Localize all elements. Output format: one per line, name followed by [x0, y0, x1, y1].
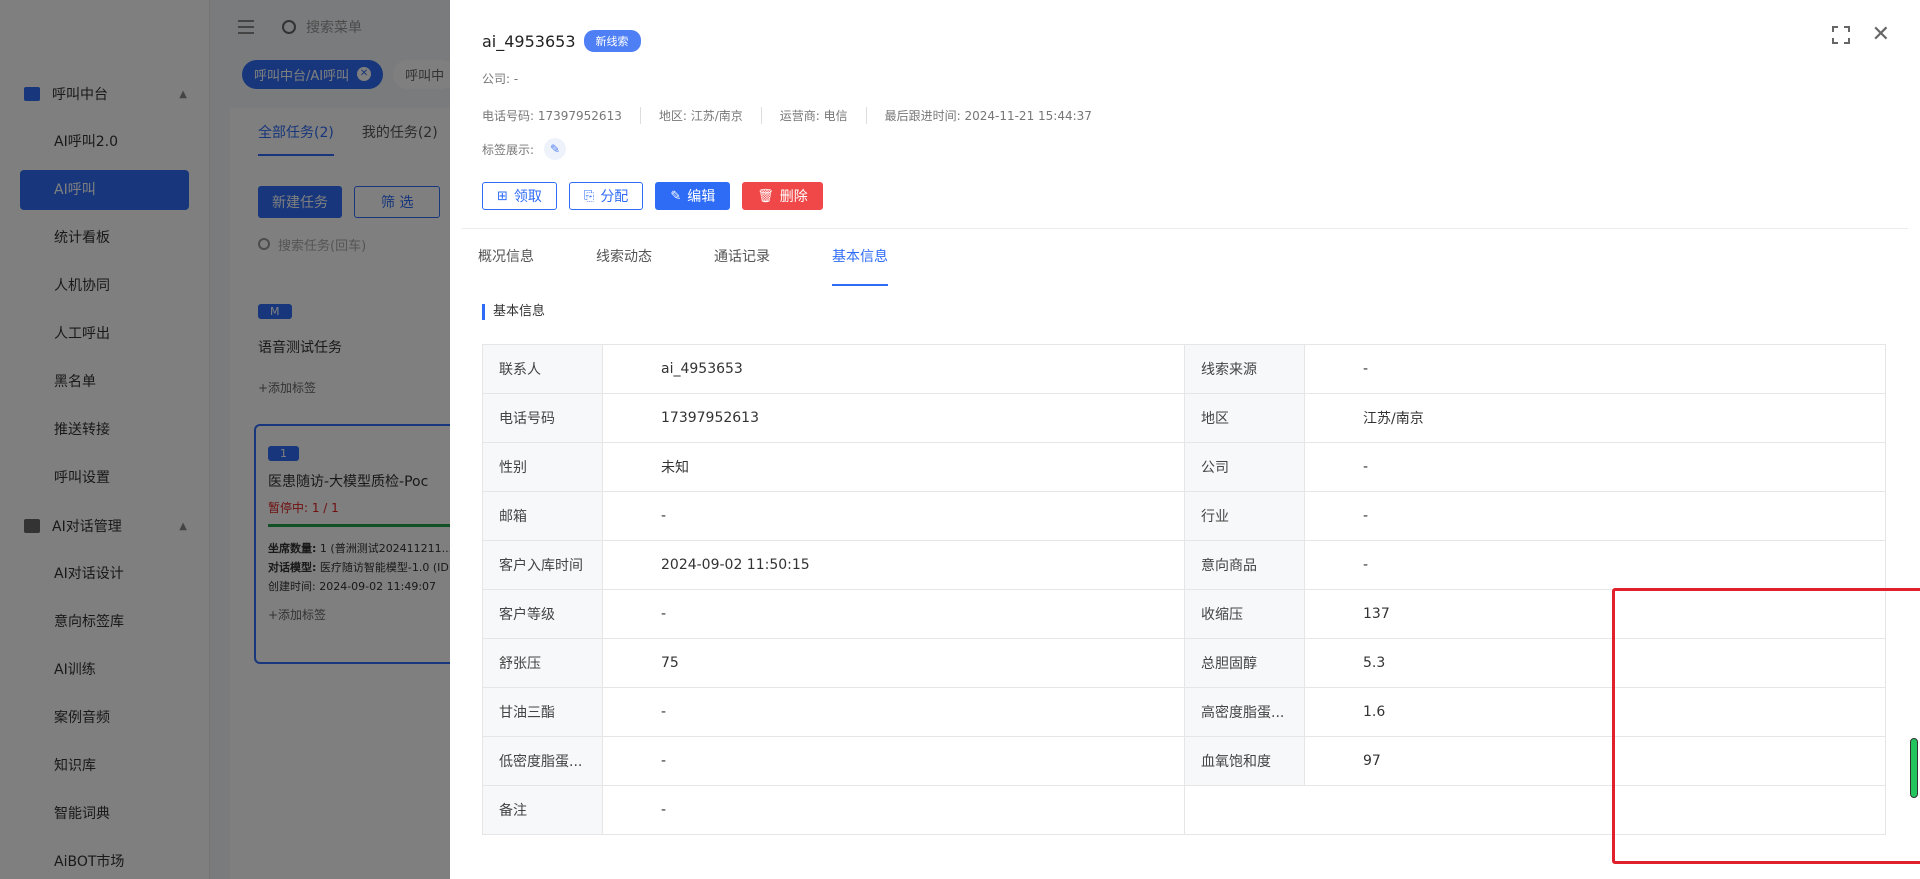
action-buttons: ⊞ 领取 ⎘ 分配 ✎ 编辑 🗑 删除 — [482, 182, 1920, 210]
field-value: - — [602, 785, 1185, 835]
tab-lead-activity[interactable]: 线索动态 — [596, 246, 652, 286]
table-row: 邮箱 - 行业 - — [482, 491, 1886, 541]
field-value: 江苏/南京 — [1304, 393, 1886, 443]
drawer-header: ai_4953653 新线索 公司: - 电话号码: 17397952613 地… — [450, 0, 1920, 210]
field-label: 甘油三酯 — [482, 687, 603, 737]
field-label: 血氧饱和度 — [1184, 736, 1305, 786]
trash-icon: 🗑 — [757, 188, 774, 204]
lead-detail-drawer: ai_4953653 新线索 公司: - 电话号码: 17397952613 地… — [450, 0, 1920, 879]
table-row: 电话号码 17397952613 地区 江苏/南京 — [482, 393, 1886, 443]
field-label: 客户入库时间 — [482, 540, 603, 590]
phone-info: 电话号码: 17397952613 — [482, 107, 641, 124]
field-value: 2024-09-02 11:50:15 — [602, 540, 1185, 590]
edit-icon: ✎ — [670, 188, 682, 204]
edit-button-label: 编辑 — [687, 189, 716, 205]
close-icon[interactable]: ✕ — [1872, 24, 1890, 46]
field-label: 联系人 — [482, 344, 603, 394]
field-label: 备注 — [482, 785, 603, 835]
field-label: 电话号码 — [482, 393, 603, 443]
field-label: 低密度脂蛋... — [482, 736, 603, 786]
lead-title: ai_4953653 新线索 — [482, 30, 1920, 52]
company-line: 公司: - — [482, 72, 519, 86]
field-value: - — [1304, 540, 1886, 590]
field-label: 意向商品 — [1184, 540, 1305, 590]
delete-button-label: 删除 — [779, 189, 808, 205]
tag-show-row: 标签展示: ✎ — [482, 138, 1920, 160]
field-value: 17397952613 — [602, 393, 1185, 443]
field-value: 未知 — [602, 442, 1185, 492]
carrier-info: 运营商: 电信 — [780, 107, 867, 124]
field-value: - — [1304, 491, 1886, 541]
lead-name: ai_4953653 — [482, 31, 576, 51]
field-value: - — [1304, 344, 1886, 394]
table-row: 性别 未知 公司 - — [482, 442, 1886, 492]
claim-button-label: 领取 — [513, 189, 542, 205]
field-value: - — [602, 736, 1185, 786]
field-label: 行业 — [1184, 491, 1305, 541]
field-label: 总胆固醇 — [1184, 638, 1305, 688]
field-label: 收缩压 — [1184, 589, 1305, 639]
new-lead-badge: 新线索 — [583, 30, 641, 52]
field-label: 高密度脂蛋... — [1184, 687, 1305, 737]
field-value: 75 — [602, 638, 1185, 688]
highlight-box — [1612, 588, 1920, 864]
table-row: 联系人 ai_4953653 线索来源 - — [482, 344, 1886, 394]
drawer-header-actions: ✕ — [1831, 24, 1890, 46]
field-value: - — [602, 687, 1185, 737]
tab-call-records[interactable]: 通话记录 — [714, 246, 770, 286]
edit-button[interactable]: ✎ 编辑 — [655, 182, 731, 210]
field-label: 邮箱 — [482, 491, 603, 541]
document-add-icon: ⊞ — [497, 188, 508, 204]
fullscreen-icon[interactable] — [1831, 26, 1850, 44]
tab-basic-info[interactable]: 基本信息 — [832, 246, 888, 286]
field-label: 舒张压 — [482, 638, 603, 688]
scrollbar-thumb[interactable] — [1910, 738, 1918, 798]
tab-overview[interactable]: 概况信息 — [478, 246, 534, 286]
drawer-tabs: 概况信息 线索动态 通话记录 基本信息 — [478, 246, 950, 286]
divider — [462, 228, 1908, 229]
field-label: 客户等级 — [482, 589, 603, 639]
folder-share-icon: ⎘ — [583, 188, 595, 204]
field-value: - — [602, 491, 1185, 541]
tag-show-label: 标签展示: — [482, 142, 535, 157]
field-label: 线索来源 — [1184, 344, 1305, 394]
last-follow-info: 最后跟进时间: 2024-11-21 15:44:37 — [884, 109, 1092, 123]
section-title: 基本信息 — [482, 304, 545, 320]
field-label: 地区 — [1184, 393, 1305, 443]
edit-tags-icon[interactable]: ✎ — [544, 138, 567, 160]
table-row: 客户入库时间 2024-09-02 11:50:15 意向商品 - — [482, 540, 1886, 590]
field-value: - — [1304, 442, 1886, 492]
field-label: 性别 — [482, 442, 603, 492]
claim-button[interactable]: ⊞ 领取 — [482, 182, 557, 210]
assign-button[interactable]: ⎘ 分配 — [568, 182, 644, 210]
lead-info-line: 电话号码: 17397952613 地区: 江苏/南京 运营商: 电信 最后跟进… — [482, 107, 1920, 124]
field-value: ai_4953653 — [602, 344, 1185, 394]
assign-button-label: 分配 — [600, 189, 629, 205]
delete-button[interactable]: 🗑 删除 — [742, 182, 823, 210]
region-info: 地区: 江苏/南京 — [659, 107, 762, 124]
field-label: 公司 — [1184, 442, 1305, 492]
field-value: - — [602, 589, 1185, 639]
